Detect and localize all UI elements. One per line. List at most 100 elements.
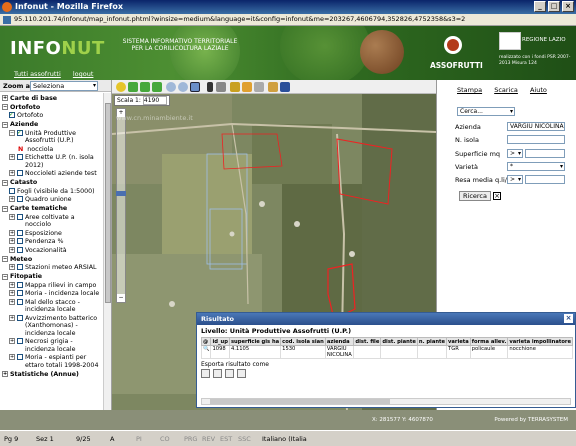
group-fitopatie[interactable]: Fitopatie (10, 273, 42, 281)
group-catasto[interactable]: Catasto (10, 179, 37, 187)
azienda-field[interactable]: VARGIU NICOLINA (507, 122, 565, 131)
group-meteo[interactable]: Meteo (10, 256, 32, 264)
aiuto-link[interactable]: Aiuto (530, 86, 547, 94)
column-header[interactable]: id_up (210, 337, 230, 346)
column-header[interactable]: varieta impollinatore (507, 337, 573, 346)
resa-field[interactable] (525, 175, 565, 184)
scrollbar-thumb[interactable] (210, 399, 390, 404)
expand-icon[interactable]: + (2, 95, 8, 102)
stampa-link[interactable]: Stampa (457, 86, 482, 94)
group-ortofoto[interactable]: Ortofoto (10, 104, 40, 112)
checkbox-fogli[interactable] (9, 187, 15, 194)
zoom-to-icon[interactable]: 🔍 (200, 345, 212, 359)
close-button[interactable]: × (562, 1, 574, 12)
expand-icon[interactable]: + (9, 196, 15, 202)
checkbox-mal-stacco[interactable] (17, 298, 23, 305)
checkbox-moria-espianti[interactable] (17, 354, 23, 360)
isola-field[interactable] (507, 135, 565, 144)
zoom-minus-icon[interactable]: − (117, 294, 125, 302)
checkbox-pendenza[interactable] (17, 238, 23, 244)
tutti-assofrutti-link[interactable]: Tutti assofrutti (14, 70, 61, 78)
expand-icon[interactable]: + (2, 371, 8, 378)
expand-icon[interactable]: + (9, 213, 15, 220)
checkbox-ortofoto[interactable] (9, 111, 15, 119)
checkbox-stazioni[interactable] (17, 264, 23, 270)
pan-icon[interactable] (190, 82, 200, 92)
ruler-icon[interactable] (242, 82, 252, 92)
collapse-icon[interactable]: − (2, 273, 8, 280)
select-icon[interactable] (216, 82, 226, 92)
column-header[interactable]: cod. isola sian (280, 337, 326, 346)
checkbox-moria[interactable] (17, 290, 23, 296)
expand-icon[interactable]: + (9, 290, 15, 296)
resa-operator[interactable]: > (507, 175, 523, 184)
checkbox-mappa[interactable] (17, 281, 23, 288)
expand-icon[interactable]: + (9, 354, 15, 360)
checkbox-quadro[interactable] (17, 196, 23, 202)
expand-icon[interactable]: + (9, 238, 15, 244)
zoom-out-icon[interactable] (178, 82, 188, 92)
next-arrow-icon[interactable] (152, 82, 162, 92)
column-header[interactable]: @ (200, 337, 212, 346)
expand-icon[interactable]: + (9, 154, 15, 160)
expand-icon[interactable]: + (9, 229, 15, 236)
column-header[interactable]: dist. file (353, 337, 382, 346)
superficie-field[interactable] (525, 149, 565, 158)
group-aziende[interactable]: Aziende (10, 121, 38, 129)
minimize-button[interactable]: _ (534, 1, 546, 12)
column-header[interactable]: azienda (324, 337, 355, 346)
checkbox-necrosi[interactable] (17, 338, 23, 344)
search-icon[interactable] (268, 82, 278, 92)
logout-link[interactable]: logout (73, 70, 94, 78)
layers-icon[interactable] (280, 82, 290, 92)
group-carte-tematiche[interactable]: Carte tematiche (10, 205, 67, 213)
column-header[interactable]: dist. piante (380, 337, 418, 346)
expand-icon[interactable]: + (9, 314, 15, 321)
expand-icon[interactable]: + (9, 264, 15, 270)
checkbox-noccioleti[interactable] (17, 170, 23, 176)
result-scrollbar[interactable] (201, 398, 571, 405)
collapse-icon[interactable]: − (9, 129, 15, 136)
expand-icon[interactable]: + (9, 338, 15, 344)
layer-panel-scrollbar[interactable] (103, 93, 111, 410)
column-header[interactable]: n. piante (416, 337, 448, 346)
measure-icon[interactable] (230, 82, 240, 92)
scarica-link[interactable]: Scarica (494, 86, 518, 94)
maximize-button[interactable]: □ (548, 1, 560, 12)
zoom-in-icon[interactable] (166, 82, 176, 92)
expand-icon[interactable]: + (9, 281, 15, 288)
group-carte-base[interactable]: Carte di base (10, 95, 57, 103)
home-icon[interactable] (116, 82, 126, 92)
expand-icon[interactable]: + (9, 246, 15, 253)
info-icon[interactable] (207, 82, 213, 92)
column-header[interactable]: superficie gis ha (228, 337, 282, 346)
expand-icon[interactable]: + (9, 170, 15, 176)
checkbox-aree[interactable] (17, 213, 23, 220)
superficie-operator[interactable]: > (507, 149, 523, 158)
address-bar[interactable]: 95.110.201.74/infonut/map_infonut.phtml?… (0, 14, 576, 26)
checkbox-esposizione[interactable] (17, 229, 23, 236)
checkbox-unita[interactable] (17, 129, 23, 136)
print-icon[interactable] (254, 82, 264, 92)
forward-arrow-icon[interactable] (140, 82, 150, 92)
cerca-select[interactable]: Cerca... (457, 107, 515, 116)
collapse-icon[interactable]: − (2, 179, 8, 186)
checkbox-avvizzimento[interactable] (17, 314, 23, 321)
ricerca-button[interactable]: Ricerca (459, 191, 491, 201)
export-csv-icon[interactable] (201, 369, 210, 378)
checkbox-etichette[interactable] (17, 154, 23, 160)
column-header[interactable]: forma allev. (469, 337, 509, 346)
collapse-icon[interactable]: − (2, 205, 8, 212)
checkbox-vocazionalita[interactable] (17, 246, 23, 253)
export-pdf-icon[interactable] (225, 369, 234, 378)
close-icon[interactable]: × (564, 314, 573, 323)
clear-icon[interactable]: × (493, 192, 501, 200)
column-header[interactable]: varieta (446, 337, 471, 346)
table-row[interactable]: 🔍 1098 4.1105 1530 VARGIU NICOLINA TGR policau… (200, 345, 573, 359)
group-statistiche[interactable]: Statistiche (Annue) (10, 371, 79, 379)
collapse-icon[interactable]: − (2, 121, 8, 128)
scale-input[interactable]: 4190 (142, 96, 167, 105)
collapse-icon[interactable]: − (2, 256, 8, 263)
export-xls-icon[interactable] (213, 369, 222, 378)
expand-icon[interactable]: + (9, 298, 15, 305)
